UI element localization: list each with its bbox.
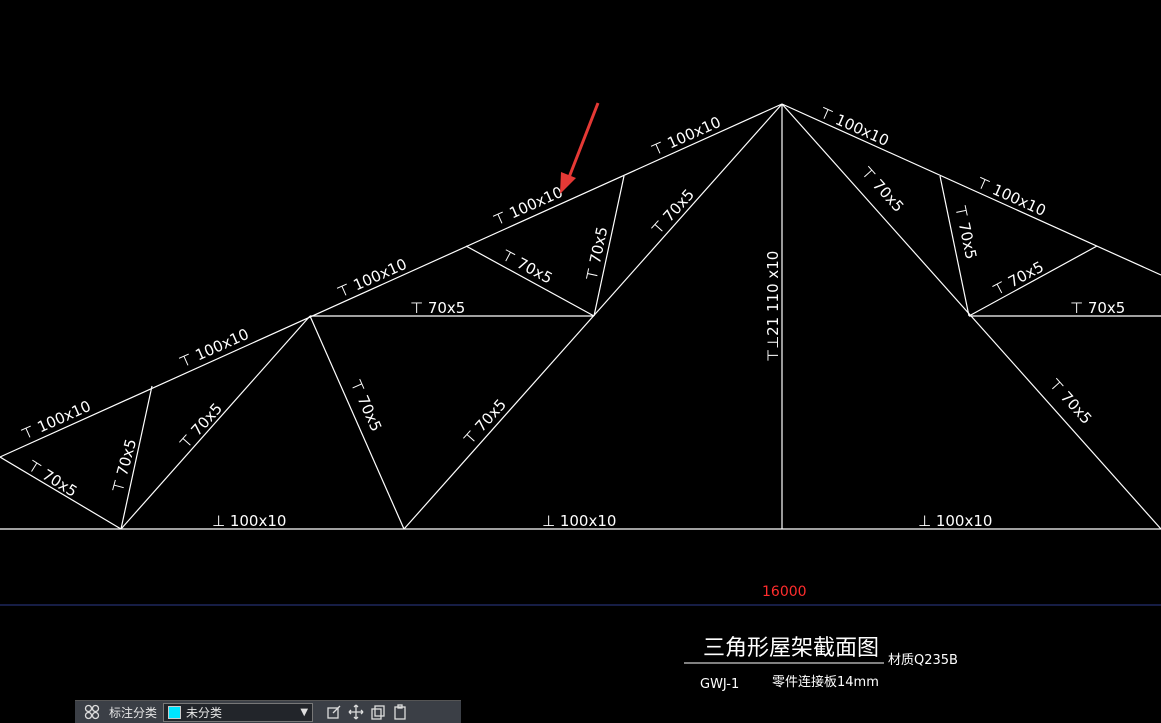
label-top-chord: ⊤ 100x10: [648, 113, 723, 160]
move-icon[interactable]: [345, 702, 367, 722]
title-block: 三角形屋架截面图 材质Q235B GWJ-1 零件连接板14mm: [684, 636, 958, 692]
chevron-down-icon: ▼: [300, 706, 309, 718]
span-dimension-text: 16000: [762, 584, 807, 600]
label-bottom-chord: ⊥ 100x10: [918, 512, 992, 530]
label-web: ⊤ 70x5: [498, 246, 555, 288]
annotation-category-label: 标注分类: [109, 705, 158, 720]
label-top-chord: ⊤ 100x10: [334, 255, 409, 302]
paste-icon[interactable]: [389, 702, 411, 722]
pointer-arrow-icon: [560, 102, 600, 194]
drawing-code: GWJ-1: [700, 677, 739, 692]
drawing-title: 三角形屋架截面图: [703, 636, 879, 661]
material-note: 材质Q235B: [888, 653, 958, 668]
annotation-category-select[interactable]: 未分类 ▼: [163, 702, 314, 722]
annotation-toolbar: 标注分类 未分类 ▼: [75, 700, 461, 723]
label-king-post: ⊤⊥21 110 x10: [764, 251, 782, 362]
label-web: ⊤ 70x5: [346, 376, 385, 434]
edit-icon[interactable]: [323, 702, 345, 722]
label-web: ⊤ 70x5: [857, 163, 907, 216]
label-web: ⊤ 70x5: [1045, 375, 1095, 428]
label-web: ⊤ 70x5: [410, 299, 465, 317]
label-web: ⊤ 70x5: [176, 400, 226, 453]
label-bottom-chord: ⊥ 100x10: [212, 512, 286, 530]
label-web: ⊤ 70x5: [460, 396, 510, 449]
cad-drawing-canvas[interactable]: 16000 ⊤ 100x10 ⊤ 100x10 ⊤ 100x10 ⊤ 100x1…: [0, 0, 1161, 723]
web-member: [465, 245, 595, 317]
category-color-swatch: [168, 705, 182, 719]
label-web: ⊤ 70x5: [1070, 299, 1125, 317]
label-web: ⊤ 70x5: [24, 456, 80, 501]
copy-icon[interactable]: [367, 702, 389, 722]
grid-icon[interactable]: [81, 702, 103, 722]
web-member: [309, 315, 405, 530]
label-web: ⊤ 70x5: [108, 437, 140, 495]
label-top-chord: ⊤ 100x10: [973, 173, 1048, 220]
truss-members: [0, 103, 1161, 530]
top-chord-left: [0, 103, 783, 458]
label-web: ⊤ 70x5: [648, 186, 698, 239]
label-top-chord: ⊤ 100x10: [816, 103, 891, 150]
category-select-value: 未分类: [186, 705, 223, 720]
plate-note: 零件连接板14mm: [772, 674, 879, 690]
label-bottom-chord: ⊥ 100x10: [542, 512, 616, 530]
